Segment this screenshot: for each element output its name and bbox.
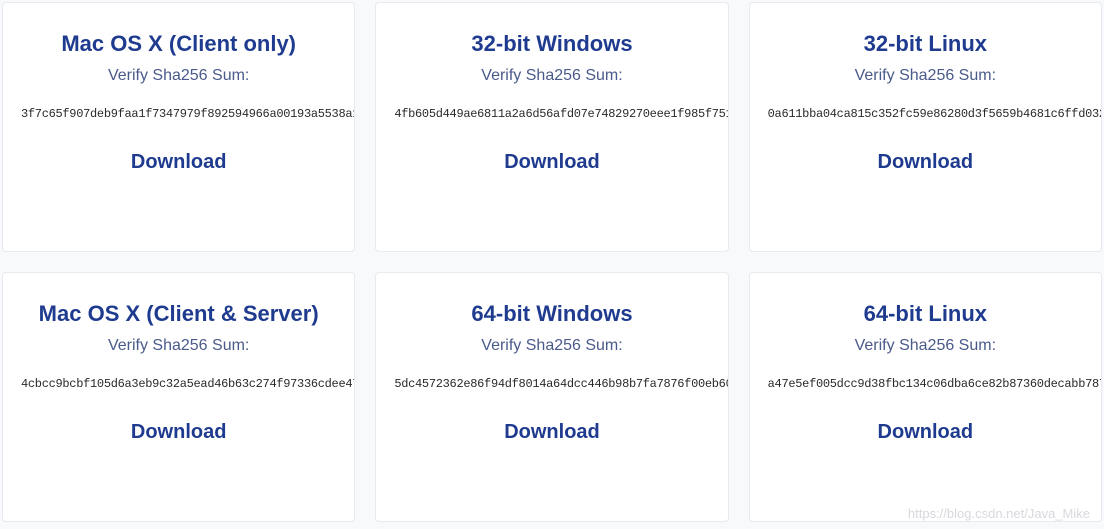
download-button[interactable]: Download <box>504 151 600 174</box>
card-title: 32-bit Windows <box>394 31 709 57</box>
download-card: 64-bit Linux Verify Sha256 Sum: a47e5ef0… <box>749 272 1102 522</box>
download-button[interactable]: Download <box>504 421 600 444</box>
verify-label: Verify Sha256 Sum: <box>21 67 336 85</box>
sha256-hash: 0a611bba04ca815c352fc59e86280d3f5659b468… <box>768 107 1083 121</box>
card-title: 32-bit Linux <box>768 31 1083 57</box>
sha256-hash: 4fb605d449ae6811a2a6d56afd07e74829270eee… <box>394 107 709 121</box>
download-button[interactable]: Download <box>878 421 974 444</box>
download-button[interactable]: Download <box>131 421 227 444</box>
card-title: Mac OS X (Client & Server) <box>21 301 336 327</box>
download-button[interactable]: Download <box>131 151 227 174</box>
card-title: 64-bit Windows <box>394 301 709 327</box>
download-card: Mac OS X (Client & Server) Verify Sha256… <box>2 272 355 522</box>
sha256-hash: 3f7c65f907deb9faa1f7347979f892594966a001… <box>21 107 336 121</box>
download-card: Mac OS X (Client only) Verify Sha256 Sum… <box>2 2 355 252</box>
sha256-hash: 4cbcc9bcbf105d6a3eb9c32a5ead46b63c274f97… <box>21 377 336 391</box>
verify-label: Verify Sha256 Sum: <box>394 67 709 85</box>
card-title: Mac OS X (Client only) <box>21 31 336 57</box>
verify-label: Verify Sha256 Sum: <box>768 337 1083 355</box>
download-card: 32-bit Windows Verify Sha256 Sum: 4fb605… <box>375 2 728 252</box>
sha256-hash: 5dc4572362e86f94df8014a64dcc446b98b7fa78… <box>394 377 709 391</box>
sha256-hash: a47e5ef005dcc9d38fbc134c06dba6ce82b87360… <box>768 377 1083 391</box>
verify-label: Verify Sha256 Sum: <box>768 67 1083 85</box>
card-title: 64-bit Linux <box>768 301 1083 327</box>
download-card: 32-bit Linux Verify Sha256 Sum: 0a611bba… <box>749 2 1102 252</box>
download-cards-grid: Mac OS X (Client only) Verify Sha256 Sum… <box>2 2 1102 522</box>
download-card: 64-bit Windows Verify Sha256 Sum: 5dc457… <box>375 272 728 522</box>
verify-label: Verify Sha256 Sum: <box>394 337 709 355</box>
download-button[interactable]: Download <box>878 151 974 174</box>
verify-label: Verify Sha256 Sum: <box>21 337 336 355</box>
